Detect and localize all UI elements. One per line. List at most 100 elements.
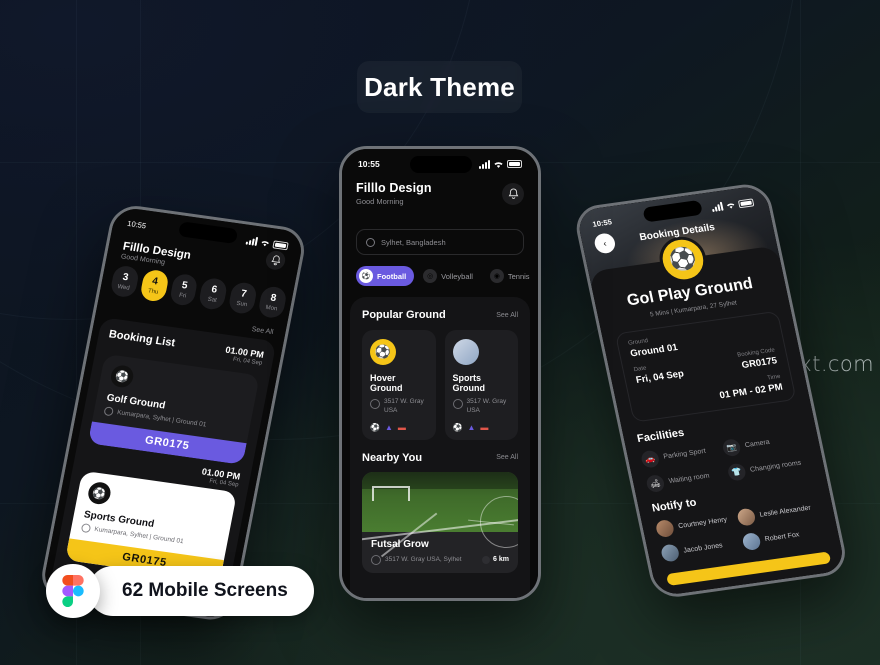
- calendar-weekday: Sun: [235, 300, 248, 308]
- left-calendar-strip[interactable]: 3 Wed 4 Thu 5 Fri 6 Sat 7 Sun 8 Mon: [109, 264, 288, 320]
- booking-card-golf-ground[interactable]: ⚽ Golf Ground Kumarpara, Sylhet | Ground…: [87, 353, 260, 465]
- badminton-icon: ▲: [384, 422, 393, 432]
- phone-right-booking-details: 10:55 ‹ Booking Details ⚽ Gol Play Groun…: [571, 181, 850, 600]
- facility-waiting-room[interactable]: 🛋 Waiting room: [645, 465, 730, 494]
- location-pin-icon: [370, 399, 380, 409]
- ground-card-address: 3517 W. Gray USA: [384, 398, 424, 414]
- avatar: [741, 532, 762, 552]
- nearby-card-distance: 6 km: [482, 555, 509, 564]
- badminton-icon: ▲: [467, 422, 476, 432]
- location-pin-icon: [80, 523, 92, 534]
- pingpong-icon: ▬: [397, 422, 406, 432]
- battery-icon: [272, 239, 289, 250]
- calendar-day[interactable]: 6 Sat: [198, 276, 229, 311]
- center-app-name: Filllo Design: [356, 181, 432, 195]
- facility-label: Changing rooms: [749, 459, 802, 474]
- ground-card-hover-ground[interactable]: ⚽ Hover Ground 3517 W. Gray USA ⚽ ▲ ▬: [362, 330, 436, 440]
- nearby-distance-value: 6 km: [493, 556, 509, 564]
- avatar: [654, 519, 676, 539]
- promo-badge-row: 62 Mobile Screens: [46, 564, 314, 618]
- filter-volleyball[interactable]: ◎ Volleyball: [420, 266, 481, 286]
- person-jacob-jones[interactable]: Jacob Jones: [659, 534, 745, 563]
- calendar-day[interactable]: 7 Sun: [227, 281, 259, 316]
- calendar-day[interactable]: 8 Mon: [257, 285, 288, 320]
- left-status-icons: [245, 236, 289, 251]
- tennis-icon: ◉: [489, 269, 504, 283]
- left-booking-list-title: Booking List: [107, 328, 177, 350]
- ground-card-sport-icons: ⚽ ▲ ▬: [370, 423, 428, 432]
- popular-see-all-link[interactable]: See All: [496, 312, 518, 319]
- battery-icon: [737, 197, 755, 208]
- left-status-time: 10:55: [126, 218, 147, 231]
- facility-parking[interactable]: 🚗 Parking Sport: [640, 441, 725, 469]
- left-notification-bell-button[interactable]: [264, 249, 287, 271]
- person-leslie-alexander[interactable]: Leslie Alexander: [736, 499, 821, 527]
- right-detail-sheet: ⚽ Gol Play Ground 5 Mins | Kumarpara, 27…: [588, 233, 847, 597]
- facility-camera[interactable]: 📷 Camera: [721, 429, 806, 458]
- person-courtney-henry[interactable]: Courtney Henry: [654, 510, 740, 539]
- location-pin-icon: [452, 399, 463, 409]
- center-status-icons: [479, 159, 522, 169]
- left-screen: 10:55 Filllo Design Good Morning 3 Wed 4T…: [41, 206, 305, 620]
- nearby-header: Nearby You See All: [350, 452, 530, 464]
- center-content-sheet: Popular Ground See All ⚽ Hover Ground 35…: [350, 297, 530, 598]
- location-pin-icon: [371, 554, 381, 565]
- calendar-day[interactable]: 5 Fri: [168, 272, 200, 307]
- sport-filter-row[interactable]: ⚽ Football ◎ Volleyball ◉ Tennis ✎: [356, 266, 530, 286]
- calendar-day-number: 5: [180, 279, 189, 292]
- nearby-title: Nearby You: [362, 451, 423, 464]
- center-notification-bell-button[interactable]: [502, 183, 524, 205]
- filter-label: Football: [377, 271, 407, 281]
- right-status-time: 10:55: [591, 217, 613, 229]
- filter-football[interactable]: ⚽ Football: [356, 266, 415, 286]
- location-search-input[interactable]: Sylhet, Bangladesh: [356, 229, 524, 255]
- calendar-day[interactable]: 3 Wed: [109, 264, 140, 299]
- facility-label: Waiting room: [668, 472, 711, 486]
- location-pin-icon: [366, 237, 375, 247]
- filter-tennis[interactable]: ◉ Tennis: [487, 266, 538, 286]
- center-screen: 10:55 Filllo Design Good Morning Sylhet,…: [342, 149, 538, 598]
- team-photo-icon: [452, 339, 479, 365]
- info-code: Booking Code GR0175: [737, 347, 778, 371]
- person-robert-fox[interactable]: Robert Fox: [741, 523, 826, 552]
- nearby-card-address: 3517 W. Gray USA, Sylhet: [385, 556, 462, 564]
- avatar: [736, 507, 757, 527]
- wifi-icon: [726, 202, 735, 209]
- nearby-card-futsal-grow[interactable]: Futsal Grow 3517 W. Gray USA, Sylhet 6 k…: [362, 471, 518, 573]
- mobile-screens-count-badge: 62 Mobile Screens: [88, 566, 314, 616]
- calendar-day-selected[interactable]: 4 Thu: [139, 268, 170, 303]
- volleyball-icon: ◎: [423, 269, 438, 283]
- center-greeting: Good Morning: [356, 197, 404, 206]
- left-booking-time-1: 01.00 PM Fri, 04 Sep: [200, 466, 241, 488]
- filter-label: Tennis: [507, 271, 530, 281]
- calendar-day-number: 4: [151, 275, 159, 287]
- popular-ground-cards: ⚽ Hover Ground 3517 W. Gray USA ⚽ ▲ ▬ Sp…: [350, 330, 530, 440]
- facility-changing-rooms[interactable]: 👕 Changing rooms: [726, 454, 812, 482]
- pingpong-icon: ▬: [480, 422, 489, 432]
- calendar-weekday: Thu: [147, 287, 159, 296]
- right-screen: 10:55 ‹ Booking Details ⚽ Gol Play Groun…: [575, 184, 847, 597]
- goal-post-shape: [372, 485, 410, 501]
- ground-card-sports-ground[interactable]: Sports Ground 3517 W. Gray USA ⚽ ▲ ▬: [444, 330, 518, 440]
- ground-card-name: Hover Ground: [370, 373, 403, 393]
- cellular-signal-icon: [479, 159, 490, 169]
- ground-card-location: 3517 W. Gray USA: [452, 398, 511, 416]
- facility-label: Camera: [744, 438, 771, 450]
- wifi-icon: [261, 240, 270, 246]
- center-status-time: 10:55: [358, 159, 380, 169]
- bell-icon: [508, 188, 518, 199]
- mobile-screens-count-text: 62 Mobile Screens: [122, 580, 288, 601]
- calendar-weekday: Mon: [265, 304, 278, 312]
- boot-ball-icon: ⚽: [86, 480, 113, 506]
- calendar-day-number: 7: [240, 287, 248, 300]
- nearby-see-all-link[interactable]: See All: [496, 454, 518, 461]
- info-time: Time 01 PM - 02 PM: [717, 374, 784, 401]
- figma-logo-icon: [62, 575, 84, 607]
- left-see-all-link[interactable]: See All: [251, 326, 274, 336]
- football-icon: ⚽: [370, 422, 380, 432]
- calendar-weekday: Wed: [116, 283, 131, 292]
- popular-ground-header: Popular Ground See All: [350, 309, 530, 321]
- camera-icon: 📷: [721, 438, 742, 458]
- poster-background: Dark Theme www.25xt.com 10:55 Filllo Des…: [0, 0, 880, 665]
- cellular-signal-icon: [245, 236, 259, 247]
